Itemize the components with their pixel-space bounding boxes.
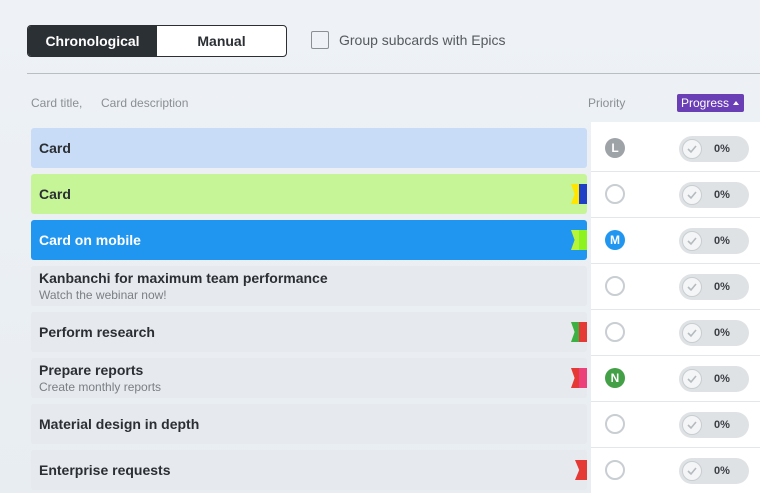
manual-button[interactable]: Manual xyxy=(157,26,286,56)
card-title: Enterprise requests xyxy=(39,462,171,478)
card-tag-flag xyxy=(571,322,587,342)
check-icon xyxy=(682,231,702,251)
header-progress-sort[interactable]: Progress xyxy=(677,94,745,112)
card-description: Create monthly reports xyxy=(39,380,162,394)
card-row[interactable]: Prepare reports Create monthly reports xyxy=(31,358,587,398)
progress-value: 0% xyxy=(714,235,730,247)
row-separator xyxy=(591,447,760,448)
progress-toggle[interactable]: 0% xyxy=(679,320,749,346)
progress-toggle[interactable]: 0% xyxy=(679,412,749,438)
progress-value: 0% xyxy=(714,465,730,477)
card-title: Card xyxy=(39,186,71,202)
card-title: Card xyxy=(39,140,71,156)
priority-badge-empty[interactable] xyxy=(605,460,625,480)
row-separator xyxy=(591,217,760,218)
group-subcards-label: Group subcards with Epics xyxy=(339,32,506,48)
progress-value: 0% xyxy=(714,143,730,155)
card-tag-flag xyxy=(571,368,587,388)
priority-badge-medium[interactable]: M xyxy=(605,230,625,250)
priority-badge-empty[interactable] xyxy=(605,276,625,296)
row-separator xyxy=(591,355,760,356)
check-icon xyxy=(682,277,702,297)
progress-value: 0% xyxy=(714,419,730,431)
sort-ascending-icon xyxy=(733,101,740,105)
card-title: Card on mobile xyxy=(39,232,141,248)
progress-toggle[interactable]: 0% xyxy=(679,136,749,162)
row-separator xyxy=(591,171,760,172)
progress-toggle[interactable]: 0% xyxy=(679,228,749,254)
header-card-title[interactable]: Card title, xyxy=(31,96,82,110)
check-icon xyxy=(682,323,702,343)
header-card-description[interactable]: Card description xyxy=(101,96,188,110)
progress-value: 0% xyxy=(714,189,730,201)
priority-badge-low[interactable]: L xyxy=(605,138,625,158)
progress-toggle[interactable]: 0% xyxy=(679,182,749,208)
row-separator xyxy=(591,309,760,310)
row-separator xyxy=(591,263,760,264)
view-toggle: Chronological Manual xyxy=(27,25,287,57)
priority-badge-empty[interactable] xyxy=(605,414,625,434)
card-row[interactable]: Perform research xyxy=(31,312,587,352)
priority-badge-empty[interactable] xyxy=(605,184,625,204)
card-row[interactable]: Material design in depth xyxy=(31,404,587,444)
check-icon xyxy=(682,461,702,481)
check-icon xyxy=(682,415,702,435)
progress-value: 0% xyxy=(714,281,730,293)
card-title: Kanbanchi for maximum team performance xyxy=(39,270,328,286)
card-tag-flag xyxy=(575,460,587,480)
divider xyxy=(27,73,760,74)
group-subcards-checkbox[interactable] xyxy=(311,31,329,49)
card-tag-flag xyxy=(571,184,587,204)
group-subcards-option[interactable]: Group subcards with Epics xyxy=(311,31,506,49)
card-title: Material design in depth xyxy=(39,416,200,432)
header-priority[interactable]: Priority xyxy=(588,96,625,110)
priority-badge-normal[interactable]: N xyxy=(605,368,625,388)
card-row[interactable]: Kanbanchi for maximum team performance W… xyxy=(31,266,587,306)
card-row[interactable]: Card xyxy=(31,174,587,214)
card-title: Prepare reports xyxy=(39,362,144,378)
card-title: Perform research xyxy=(39,324,155,340)
row-separator xyxy=(591,401,760,402)
check-icon xyxy=(682,369,702,389)
progress-toggle[interactable]: 0% xyxy=(679,274,749,300)
progress-toggle[interactable]: 0% xyxy=(679,458,749,484)
card-description: Watch the webinar now! xyxy=(39,288,167,302)
progress-value: 0% xyxy=(714,327,730,339)
header-progress-label: Progress xyxy=(681,96,730,110)
card-row[interactable]: Enterprise requests xyxy=(31,450,587,490)
priority-badge-empty[interactable] xyxy=(605,322,625,342)
progress-value: 0% xyxy=(714,373,730,385)
card-row[interactable]: Card xyxy=(31,128,587,168)
card-tag-flag xyxy=(571,230,587,250)
card-row[interactable]: Card on mobile xyxy=(31,220,587,260)
chronological-button[interactable]: Chronological xyxy=(28,26,157,56)
progress-toggle[interactable]: 0% xyxy=(679,366,749,392)
check-icon xyxy=(682,185,702,205)
check-icon xyxy=(682,139,702,159)
